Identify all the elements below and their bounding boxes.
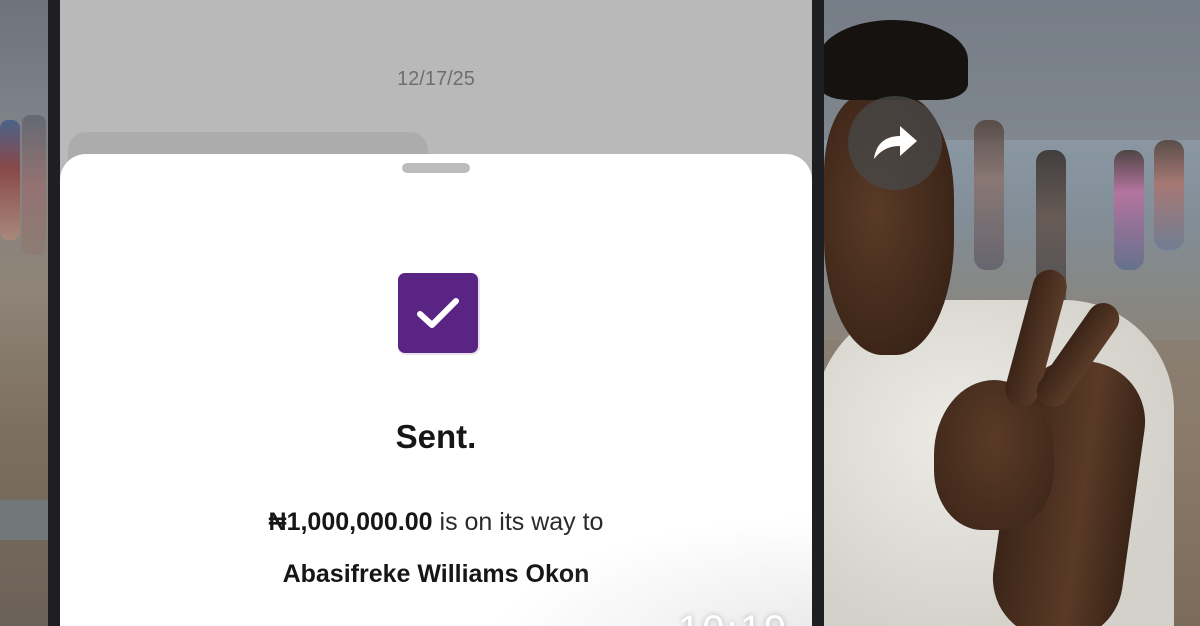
forward-button[interactable] xyxy=(848,96,942,190)
transfer-amount: ₦1,000,000.00 xyxy=(268,508,433,536)
background-figure xyxy=(1154,140,1184,250)
background-figure xyxy=(22,115,46,255)
status-icon-wrapper xyxy=(398,273,480,355)
video-timestamp: 10:19 xyxy=(678,608,788,626)
sheet-drag-handle[interactable] xyxy=(402,163,470,173)
background-photo-right xyxy=(824,0,1200,626)
background-photo-left xyxy=(0,0,52,626)
receipt-title: Sent. xyxy=(395,418,477,455)
background-figure xyxy=(1114,150,1144,270)
forward-arrow-icon xyxy=(874,126,917,159)
background-water xyxy=(0,500,52,540)
chat-date-label: 12/17/25 xyxy=(397,68,475,90)
checkmark-icon xyxy=(398,273,478,353)
person-hair xyxy=(824,20,968,100)
person-hand xyxy=(934,380,1054,530)
background-figure xyxy=(974,120,1004,270)
transfer-receipt-sheet: Sent. ₦1,000,000.00 is on its way to Aba… xyxy=(60,154,812,626)
background-figure xyxy=(0,120,20,240)
